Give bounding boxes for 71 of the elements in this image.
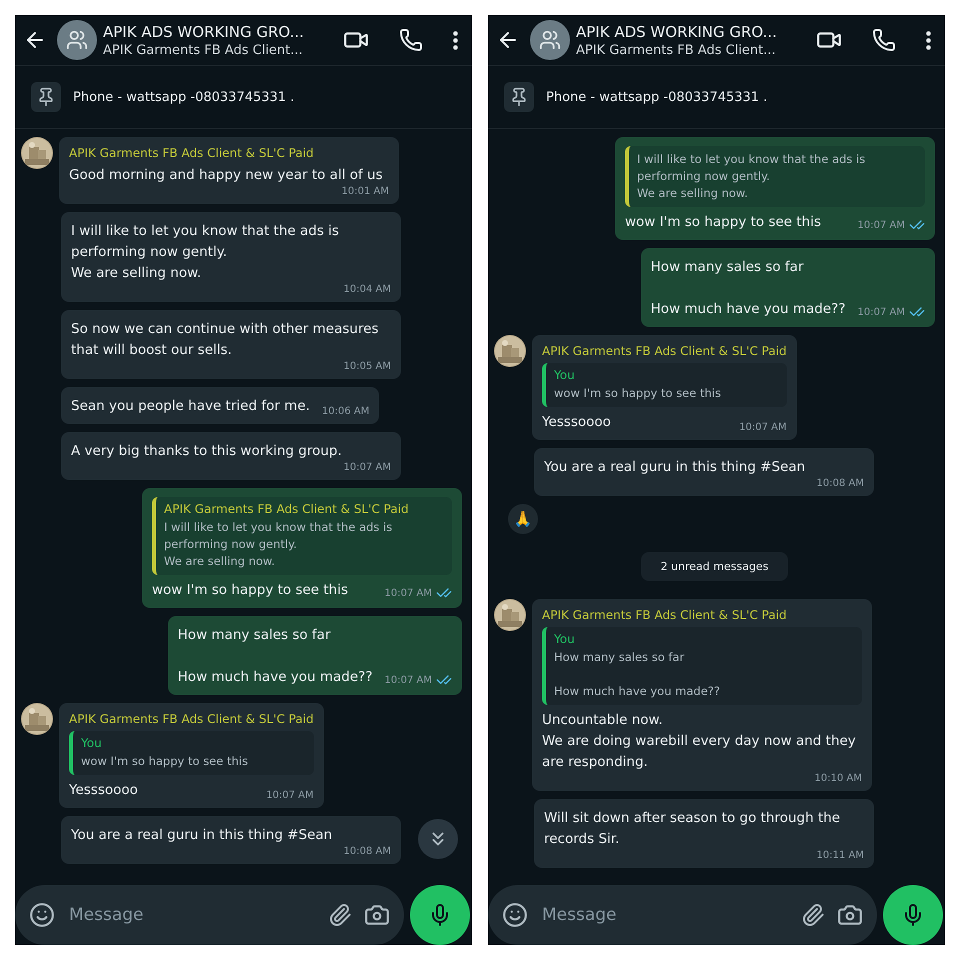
message-text: Will sit down after season to go through the records Sir. xyxy=(544,809,842,849)
attach-icon[interactable] xyxy=(328,903,352,927)
group-avatar-icon[interactable] xyxy=(530,20,570,60)
chat-subtitle[interactable]: APIK Garments FB Ads Client... xyxy=(576,42,806,58)
pin-icon[interactable] xyxy=(31,82,61,112)
message-time: 10:07 AM xyxy=(384,674,432,686)
message-text: A very big thanks to this working group. xyxy=(71,442,342,461)
quoted-message[interactable]: APIK Garments FB Ads Client & SL'C Paid I will like to let you know that the ads is performing now gently. We are selling now. xyxy=(152,497,452,575)
message-text: Good morning and happy new year to all of us xyxy=(69,166,383,185)
message-time: 10:07 AM xyxy=(858,220,905,230)
message-text: I will like to let you know that the ads is performing now gently. We are selling now. xyxy=(71,222,340,283)
attach-icon[interactable] xyxy=(801,903,825,927)
quoted-message[interactable]: I will like to let you know that the ads is performing now gently. We are selling now. xyxy=(625,146,925,207)
quote-author: You xyxy=(554,632,576,646)
group-avatar-icon[interactable] xyxy=(57,20,97,60)
message-time: 10:07 AM xyxy=(858,306,905,318)
pinned-message[interactable]: Phone - wattsapp -08033745331 . xyxy=(546,90,768,104)
quote-text: How many sales so far How much have you made?? xyxy=(554,649,721,700)
message-text: Yesssoooo xyxy=(542,413,611,432)
sender-name: APIK Garments FB Ads Client & SL'C Paid xyxy=(69,712,314,726)
message-time: 10:01 AM xyxy=(342,186,389,197)
message-text: Sean you people have tried for me. xyxy=(71,397,310,416)
scroll-down-button[interactable] xyxy=(418,819,458,859)
phone-icon xyxy=(872,28,896,52)
message-time: 10:04 AM xyxy=(344,284,391,295)
message-text: How many sales so far How much have you made?? xyxy=(650,258,846,319)
message-text: You are a real guru in this thing #Sean xyxy=(544,458,806,477)
sender-name: APIK Garments FB Ads Client & SL'C Paid xyxy=(69,146,315,160)
sender-name: APIK Garments FB Ads Client & SL'C Paid xyxy=(542,344,787,358)
chat-title[interactable]: APIK ADS WORKING GRO... xyxy=(103,22,333,40)
message-time: 10:07 AM xyxy=(739,422,787,433)
message-input[interactable]: Message xyxy=(540,904,789,926)
message-time: 10:07 AM xyxy=(344,462,391,473)
menu-icon xyxy=(453,30,458,50)
message-text: So now we can continue with other measures that will boost our sells. xyxy=(71,320,380,360)
quote-text: wow I'm so happy to see this xyxy=(81,753,249,770)
quote-author: You xyxy=(81,736,103,750)
message-time: 10:06 AM xyxy=(322,406,370,417)
emoji-icon[interactable] xyxy=(502,902,528,928)
message-text: Yesssoooo xyxy=(69,781,138,800)
menu-icon xyxy=(926,30,931,50)
message-text: wow I'm so happy to see this xyxy=(152,581,348,600)
quote-author: APIK Garments FB Ads Client & SL'C Paid xyxy=(164,502,410,516)
emoji-icon[interactable] xyxy=(29,902,55,928)
reaction-emoji[interactable]: 🙏 xyxy=(508,504,538,534)
quote-text: I will like to let you know that the ads is performing now gently. We are selling now. xyxy=(637,151,866,202)
chat-subtitle[interactable]: APIK Garments FB Ads Client... xyxy=(103,42,333,58)
message-time: 10:11 AM xyxy=(816,850,864,861)
quote-text: wow I'm so happy to see this xyxy=(554,385,722,402)
message-text: How many sales so far How much have you made?? xyxy=(178,626,373,687)
quoted-message[interactable]: You wow I'm so happy to see this xyxy=(542,363,787,407)
quoted-message[interactable]: You How many sales so far How much have you made?? xyxy=(542,627,862,705)
quoted-message[interactable]: You wow I'm so happy to see this xyxy=(69,731,314,775)
message-text: wow I'm so happy to see this xyxy=(625,213,822,232)
quote-text: I will like to let you know that the ads is performing now gently. We are selling now. xyxy=(164,519,394,570)
phone-icon xyxy=(399,28,423,52)
message-time: 10:05 AM xyxy=(344,361,391,372)
message-time: 10:08 AM xyxy=(344,846,391,857)
pin-icon[interactable] xyxy=(504,82,534,112)
message-input[interactable]: Message xyxy=(67,904,316,926)
message-text: Uncountable now. We are doing warebill every day now and they are responding. xyxy=(542,711,857,772)
sender-name: APIK Garments FB Ads Client & SL'C Paid xyxy=(542,608,788,622)
quote-author: You xyxy=(554,368,576,382)
message-text: You are a real guru in this thing #Sean xyxy=(71,826,332,845)
chat-title[interactable]: APIK ADS WORKING GRO... xyxy=(576,22,806,40)
message-time: 10:08 AM xyxy=(816,478,864,489)
message-time: 10:10 AM xyxy=(814,773,862,784)
pinned-message[interactable]: Phone - wattsapp -08033745331 . xyxy=(73,90,294,104)
message-time: 10:07 AM xyxy=(384,588,432,598)
message-time: 10:07 AM xyxy=(266,790,314,801)
unread-messages-divider: 2 unread messages xyxy=(640,552,788,581)
